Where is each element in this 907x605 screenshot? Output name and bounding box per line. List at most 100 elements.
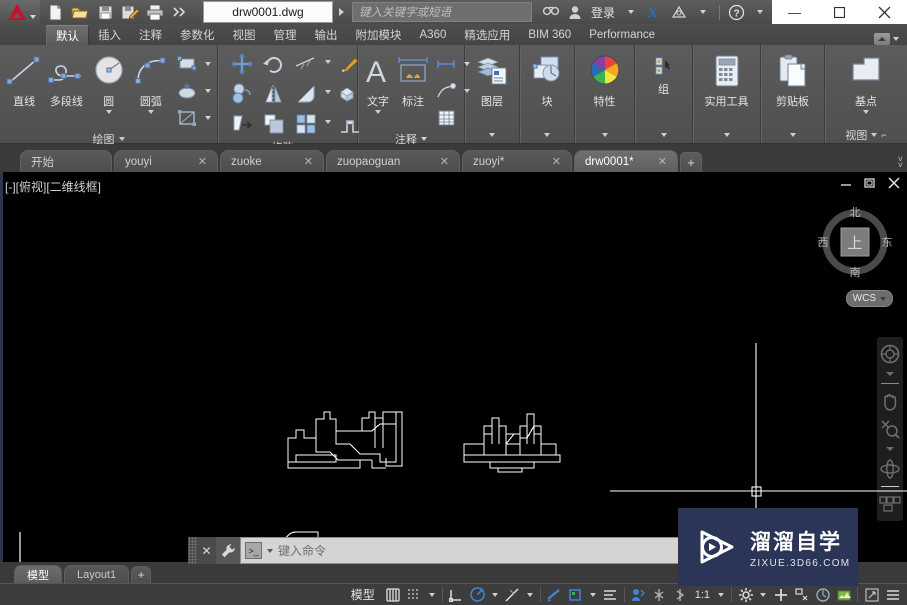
fullscreen-icon[interactable]	[861, 584, 882, 605]
autodesk-360-icon[interactable]	[667, 1, 691, 23]
polar-dropdown-icon[interactable]	[488, 584, 502, 605]
file-tab-youyi[interactable]: youyi ✕	[114, 150, 218, 172]
fillet-icon[interactable]	[290, 79, 322, 109]
ribbon-tab-output[interactable]: 输出	[306, 25, 347, 45]
annotation-scale-icon[interactable]	[649, 584, 670, 605]
ribbon-tab-featured-apps[interactable]: 精选应用	[455, 25, 519, 45]
file-tab-zuoyi[interactable]: zuoyi* ✕	[462, 150, 572, 172]
transparency-dropdown-icon[interactable]	[586, 584, 600, 605]
mirror-icon[interactable]	[258, 79, 290, 109]
command-input[interactable]: >_ 键入命令	[240, 537, 700, 564]
region-icon[interactable]	[172, 105, 202, 131]
layers-button[interactable]: 图层	[468, 49, 516, 109]
scale-dropdown-icon[interactable]	[714, 584, 728, 605]
object-snap-tracking-icon[interactable]	[502, 584, 523, 605]
chevron-down-icon[interactable]	[30, 15, 36, 19]
draw-rectangle-row[interactable]	[172, 51, 214, 77]
panel-title-properties[interactable]	[575, 126, 634, 143]
array-dropdown-icon[interactable]	[322, 109, 334, 135]
open-file-icon[interactable]	[69, 2, 91, 22]
ribbon-collapse-icon[interactable]	[874, 33, 890, 45]
panel-title-utilities[interactable]	[693, 126, 760, 143]
login-dropdown-icon[interactable]	[619, 1, 643, 23]
a360-dropdown-icon[interactable]	[691, 1, 715, 23]
file-tab-start[interactable]: 开始	[20, 150, 112, 172]
panel-expand-icon[interactable]	[723, 132, 730, 137]
annotation-scale-value[interactable]: 1:1	[691, 589, 714, 601]
application-menu-button[interactable]	[0, 0, 40, 24]
panel-expand-icon[interactable]	[489, 132, 495, 137]
linear-dim-icon[interactable]	[431, 51, 461, 77]
customization-icon[interactable]	[882, 584, 903, 605]
ribbon-tab-parametric[interactable]: 参数化	[171, 25, 224, 45]
draw-polyline-button[interactable]: 多段线	[45, 49, 87, 109]
graphics-performance-icon[interactable]	[791, 584, 812, 605]
command-line-close-button[interactable]: ✕	[197, 537, 216, 564]
panel-expand-icon[interactable]	[601, 132, 608, 137]
hardware-accel-icon[interactable]	[812, 584, 833, 605]
panel-title-block[interactable]	[520, 126, 574, 143]
command-line-settings-icon[interactable]	[216, 537, 240, 564]
panel-title-clipboard[interactable]	[761, 126, 824, 143]
help-dropdown-icon[interactable]	[748, 1, 772, 23]
ribbon-tab-a360[interactable]: A360	[411, 25, 456, 45]
exchange-apps-icon[interactable]: X	[643, 1, 667, 23]
trim-icon[interactable]	[290, 49, 322, 79]
ribbon-tab-home[interactable]: 默认	[46, 25, 89, 45]
utilities-button[interactable]: 实用工具	[699, 49, 755, 109]
file-tab-overflow-icon[interactable]: ˅ ˅	[898, 155, 903, 172]
hatch-dropdown-icon[interactable]	[202, 78, 214, 104]
panel-title-group[interactable]	[635, 126, 692, 143]
circle-dropdown-icon[interactable]	[105, 110, 112, 114]
clean-screen-icon[interactable]	[833, 584, 854, 605]
osnap-dropdown-icon[interactable]	[523, 584, 537, 605]
rectangle-dropdown-icon[interactable]	[202, 51, 214, 77]
annotation-text-button[interactable]: A 文字	[361, 49, 395, 114]
ribbon-tab-view[interactable]: 视图	[224, 25, 265, 45]
hatch-icon[interactable]	[172, 78, 202, 104]
ribbon-options-dropdown-icon[interactable]	[893, 37, 899, 41]
new-file-icon[interactable]	[44, 2, 66, 22]
ortho-mode-icon[interactable]	[446, 584, 467, 605]
draw-arc-button[interactable]: 圆弧	[130, 49, 172, 114]
copy-icon[interactable]	[226, 79, 258, 109]
annotation-visibility-icon[interactable]	[628, 584, 649, 605]
panel-title-view[interactable]: 视图 ⌐	[825, 126, 907, 143]
layout-tab-layout1[interactable]: Layout1	[64, 565, 130, 583]
file-tab-zuopaoguan[interactable]: zuopaoguan ✕	[326, 150, 460, 172]
ribbon-tab-bim360[interactable]: BIM 360	[519, 25, 580, 45]
panel-expand-icon[interactable]	[421, 137, 427, 141]
search-icon[interactable]	[539, 1, 563, 23]
selection-cycling-icon[interactable]	[600, 584, 621, 605]
region-dropdown-icon[interactable]	[202, 105, 214, 131]
basepoint-dropdown-icon[interactable]	[863, 110, 869, 114]
transparency-icon[interactable]	[565, 584, 586, 605]
text-dropdown-icon[interactable]	[375, 110, 381, 114]
help-icon[interactable]: ?	[724, 1, 748, 23]
panel-title-layers[interactable]	[465, 126, 519, 143]
minimize-button[interactable]: —	[772, 0, 817, 24]
draw-region-row[interactable]	[172, 105, 214, 131]
annotation-dimension-button[interactable]: 标注	[395, 49, 431, 109]
print-icon[interactable]	[144, 2, 166, 22]
group-button[interactable]: 组	[638, 49, 689, 97]
workspace-dropdown-icon[interactable]	[756, 584, 770, 605]
panel-expand-icon[interactable]	[118, 137, 125, 141]
rectangle-icon[interactable]	[172, 51, 202, 77]
maximize-button[interactable]	[817, 0, 862, 24]
draw-line-button[interactable]: 直线	[3, 49, 45, 109]
grid-display-icon[interactable]	[383, 584, 404, 605]
ribbon-minimize-control[interactable]	[874, 33, 899, 45]
command-line-drag-handle[interactable]	[188, 537, 197, 564]
table-icon[interactable]	[431, 105, 461, 131]
file-tab-zuoke[interactable]: zuoke ✕	[220, 150, 324, 172]
properties-button[interactable]: 特性	[578, 49, 631, 109]
basepoint-button[interactable]: 基点	[838, 49, 894, 114]
close-icon[interactable]: ✕	[552, 155, 561, 168]
ribbon-tab-performance[interactable]: Performance	[580, 25, 664, 45]
leader-icon[interactable]	[431, 78, 461, 104]
panel-expand-icon[interactable]	[789, 132, 796, 137]
clipboard-button[interactable]: 剪贴板	[765, 49, 821, 109]
login-label[interactable]: 登录	[587, 4, 619, 21]
command-line[interactable]: ✕ >_ 键入命令	[188, 537, 700, 564]
